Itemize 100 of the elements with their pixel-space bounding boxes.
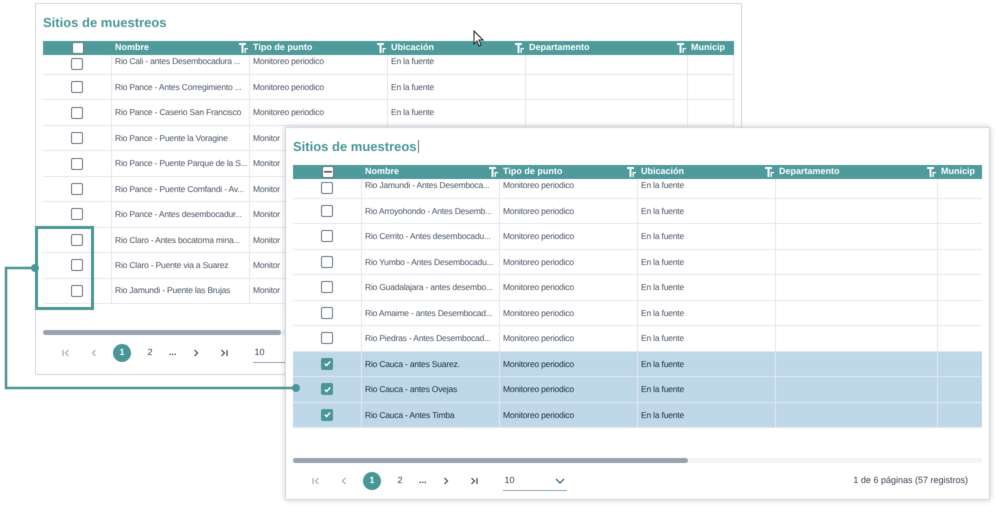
column-header[interactable]: Departamento bbox=[529, 41, 590, 55]
checkbox[interactable] bbox=[321, 306, 333, 319]
page-size-dropdown[interactable]: 10 bbox=[502, 471, 567, 492]
checkbox[interactable] bbox=[321, 230, 333, 242]
table-cell: Rio Claro - Antes bocatoma mina... bbox=[115, 234, 240, 246]
page-ellipsis: ... bbox=[169, 346, 177, 360]
checkbox[interactable] bbox=[321, 182, 333, 194]
table-cell: Rio Cerrito - Antes desembocadu... bbox=[365, 230, 490, 243]
page-button[interactable]: 2 bbox=[391, 472, 409, 490]
checkbox[interactable] bbox=[71, 81, 83, 94]
filter-icon[interactable] bbox=[627, 166, 636, 177]
table-cell: Rio Pance - Antes Corregimiento ... bbox=[115, 80, 242, 94]
panel-title: Sitios de muestreos bbox=[293, 138, 417, 156]
page-ellipsis: ... bbox=[419, 474, 427, 488]
table-cell: Monitoreo periodico bbox=[503, 204, 574, 218]
table-cell: Monitor bbox=[253, 208, 280, 221]
table-cell: Monitor bbox=[253, 157, 280, 170]
column-header[interactable]: Departamento bbox=[779, 165, 840, 179]
filter-icon[interactable] bbox=[515, 43, 524, 53]
table-cell: Monitoreo periodico bbox=[253, 106, 324, 119]
table-cell: Monitoreo periodico bbox=[503, 281, 574, 294]
filter-icon[interactable] bbox=[677, 43, 686, 53]
checkbox[interactable] bbox=[321, 383, 333, 396]
table-cell: Monitoreo periodico bbox=[503, 306, 574, 320]
column-header[interactable]: Municip bbox=[691, 41, 725, 55]
column-header[interactable]: Ubicación bbox=[391, 41, 434, 55]
scrollbar-thumb[interactable] bbox=[43, 330, 281, 335]
column-header[interactable]: Ubicación bbox=[641, 165, 684, 179]
table-cell: Rio Claro - Puente via a Suarez bbox=[115, 258, 228, 272]
filter-icon[interactable] bbox=[927, 166, 936, 177]
table-cell: Monitoreo periodico bbox=[503, 178, 574, 192]
table-cell: Monitor bbox=[253, 182, 280, 196]
column-header[interactable]: Tipo de punto bbox=[503, 165, 562, 179]
pagination-summary: 1 de 6 páginas (57 registros) bbox=[853, 474, 968, 488]
table-cell: Monitor bbox=[253, 132, 280, 144]
table-cell: Rio Jamundi - Puente las Brujas bbox=[115, 284, 230, 298]
table-cell: En la fuente bbox=[641, 332, 684, 345]
checkbox[interactable] bbox=[71, 284, 83, 297]
table-cell: Rio Pance - Puente Comfandi - Av... bbox=[115, 182, 244, 196]
checkbox[interactable] bbox=[71, 234, 83, 246]
checkbox[interactable] bbox=[321, 281, 333, 294]
checkbox[interactable] bbox=[321, 204, 333, 217]
table-cell: Monitoreo periodico bbox=[253, 80, 324, 94]
table-cell: Monitoreo periodico bbox=[503, 230, 574, 243]
checkbox[interactable] bbox=[72, 42, 84, 54]
column-header[interactable]: Nombre bbox=[115, 41, 150, 55]
table-cell: En la fuente bbox=[641, 281, 684, 294]
column-header[interactable]: Tipo de punto bbox=[253, 41, 312, 55]
table-cell: Monitor bbox=[253, 284, 280, 298]
filter-icon[interactable] bbox=[377, 43, 386, 53]
table-cell: Rio Cauca - antes Suarez. bbox=[365, 358, 460, 370]
table-cell: En la fuente bbox=[391, 80, 434, 94]
table-cell: Rio Yumbo - Antes Desembocadu... bbox=[365, 256, 494, 268]
checkmark-icon bbox=[322, 359, 332, 368]
checkbox[interactable] bbox=[321, 408, 333, 421]
table-cell: Monitor bbox=[253, 234, 280, 246]
checkbox[interactable] bbox=[71, 208, 83, 220]
checkbox[interactable] bbox=[71, 58, 83, 70]
table-cell: En la fuente bbox=[391, 55, 434, 68]
text-cursor bbox=[418, 140, 419, 154]
column-header[interactable]: Nombre bbox=[365, 165, 400, 179]
checkmark-icon bbox=[322, 384, 332, 394]
checkbox[interactable] bbox=[321, 256, 333, 268]
chevron-down-icon bbox=[554, 478, 565, 484]
page-button[interactable]: 1 bbox=[363, 472, 381, 490]
table-cell: Rio Cauca - Antes Timba bbox=[365, 408, 454, 422]
filter-icon[interactable] bbox=[239, 43, 248, 53]
table-cell: Rio Amaime - antes Desembocad... bbox=[365, 306, 492, 320]
scrollbar-thumb[interactable] bbox=[293, 458, 688, 464]
table-cell: Rio Pance - Puente Parque de la S... bbox=[115, 157, 248, 170]
checkbox[interactable] bbox=[71, 106, 83, 119]
table-cell: Monitor bbox=[253, 258, 280, 272]
filter-icon[interactable] bbox=[765, 166, 774, 177]
table-cell: En la fuente bbox=[641, 358, 684, 370]
table-cell: En la fuente bbox=[641, 230, 684, 243]
table-cell: En la fuente bbox=[641, 256, 684, 268]
page-button[interactable]: 1 bbox=[113, 344, 131, 362]
table-cell: Rio Jamundi - Antes Desemboca... bbox=[365, 178, 490, 192]
checkbox[interactable] bbox=[71, 158, 83, 170]
table-cell: Monitoreo periodico bbox=[503, 358, 574, 370]
table-cell: Rio Arroyohondo - Antes Desemb... bbox=[365, 204, 492, 218]
column-header[interactable]: Municip bbox=[941, 165, 975, 179]
filter-icon[interactable] bbox=[489, 166, 498, 177]
table-cell: En la fuente bbox=[641, 306, 684, 320]
table-cell: Monitoreo periodico bbox=[503, 256, 574, 268]
checkmark-icon bbox=[322, 410, 332, 420]
table-cell: En la fuente bbox=[641, 178, 684, 192]
checkbox[interactable] bbox=[71, 132, 83, 144]
table-cell: Rio Cali - antes Desembocadura ... bbox=[115, 55, 240, 68]
page-button[interactable]: 2 bbox=[141, 344, 159, 362]
table-cell: Rio Pance - Puente la Voragine bbox=[115, 132, 228, 144]
checkbox[interactable] bbox=[71, 182, 83, 195]
mouse-cursor-icon bbox=[474, 30, 484, 47]
table-cell: Rio Pance - Caserio San Francisco bbox=[115, 106, 242, 119]
table-cell: En la fuente bbox=[641, 408, 684, 422]
checkbox[interactable] bbox=[321, 358, 333, 370]
table-cell: Monitoreo periodico bbox=[503, 383, 574, 396]
checkbox[interactable] bbox=[322, 166, 334, 178]
checkbox[interactable] bbox=[321, 332, 333, 344]
checkbox[interactable] bbox=[71, 259, 83, 272]
